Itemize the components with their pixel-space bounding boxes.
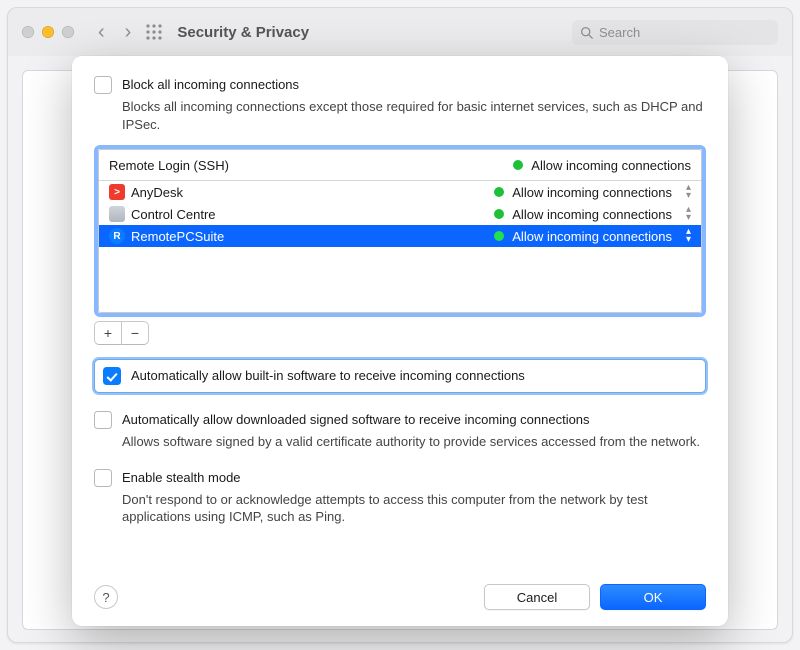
help-button[interactable]: ? bbox=[94, 585, 118, 609]
search-placeholder: Search bbox=[599, 25, 640, 40]
list-header: Remote Login (SSH) Allow incoming connec… bbox=[99, 150, 701, 181]
option-description: Don't respond to or acknowledge attempts… bbox=[122, 491, 706, 526]
list-item[interactable]: > AnyDesk Allow incoming connections ▴▾ bbox=[99, 181, 701, 203]
list-item[interactable]: R RemotePCSuite Allow incoming connections… bbox=[99, 225, 701, 247]
header-name: Remote Login (SSH) bbox=[109, 158, 513, 173]
block-all-option[interactable]: Block all incoming connections bbox=[94, 76, 706, 94]
cancel-button[interactable]: Cancel bbox=[484, 584, 590, 610]
parent-titlebar: ‹ › Security & Privacy Search bbox=[8, 8, 792, 57]
firewall-options-sheet: Block all incoming connections Blocks al… bbox=[72, 56, 728, 626]
checkbox[interactable] bbox=[103, 367, 121, 385]
app-icon bbox=[109, 206, 125, 222]
option-label: Automatically allow built-in software to… bbox=[131, 367, 525, 383]
stealth-option[interactable]: Enable stealth mode bbox=[94, 469, 706, 487]
window-title: Security & Privacy bbox=[177, 24, 309, 41]
show-all-icon[interactable] bbox=[145, 23, 163, 41]
remove-button[interactable]: − bbox=[122, 321, 149, 345]
app-status: Allow incoming connections bbox=[512, 229, 672, 244]
checkbox[interactable] bbox=[94, 411, 112, 429]
traffic-lights bbox=[22, 26, 74, 38]
forward-button[interactable]: › bbox=[119, 22, 138, 42]
app-status: Allow incoming connections bbox=[512, 207, 672, 222]
option-description: Allows software signed by a valid certif… bbox=[122, 433, 706, 451]
add-remove-toolbar: + − bbox=[94, 321, 706, 345]
app-icon: R bbox=[109, 228, 125, 244]
status-stepper-icon[interactable]: ▴▾ bbox=[686, 228, 691, 244]
list-item[interactable]: Control Centre Allow incoming connections… bbox=[99, 203, 701, 225]
option-description: Blocks all incoming connections except t… bbox=[122, 98, 706, 133]
apps-list: Remote Login (SSH) Allow incoming connec… bbox=[94, 145, 706, 345]
status-stepper-icon[interactable]: ▴▾ bbox=[686, 206, 691, 222]
app-name: RemotePCSuite bbox=[131, 229, 224, 244]
close-icon[interactable] bbox=[22, 26, 34, 38]
app-name: Control Centre bbox=[131, 207, 216, 222]
app-icon: > bbox=[109, 184, 125, 200]
ok-button[interactable]: OK bbox=[600, 584, 706, 610]
minimize-icon[interactable] bbox=[42, 26, 54, 38]
zoom-icon[interactable] bbox=[62, 26, 74, 38]
app-name: AnyDesk bbox=[131, 185, 183, 200]
status-dot-icon bbox=[513, 160, 523, 170]
checkbox[interactable] bbox=[94, 469, 112, 487]
search-icon bbox=[580, 26, 593, 39]
header-status: Allow incoming connections bbox=[531, 158, 691, 173]
status-dot-icon bbox=[494, 187, 504, 197]
status-dot-icon bbox=[494, 231, 504, 241]
search-input[interactable]: Search bbox=[572, 20, 778, 45]
auto-builtin-option[interactable]: Automatically allow built-in software to… bbox=[94, 359, 706, 393]
back-button[interactable]: ‹ bbox=[92, 22, 111, 42]
option-label: Enable stealth mode bbox=[122, 469, 241, 485]
app-status: Allow incoming connections bbox=[512, 185, 672, 200]
add-button[interactable]: + bbox=[94, 321, 122, 345]
option-label: Automatically allow downloaded signed so… bbox=[122, 411, 590, 427]
status-stepper-icon[interactable]: ▴▾ bbox=[686, 184, 691, 200]
auto-signed-option[interactable]: Automatically allow downloaded signed so… bbox=[94, 411, 706, 429]
checkbox[interactable] bbox=[94, 76, 112, 94]
status-dot-icon bbox=[494, 209, 504, 219]
option-label: Block all incoming connections bbox=[122, 76, 299, 92]
